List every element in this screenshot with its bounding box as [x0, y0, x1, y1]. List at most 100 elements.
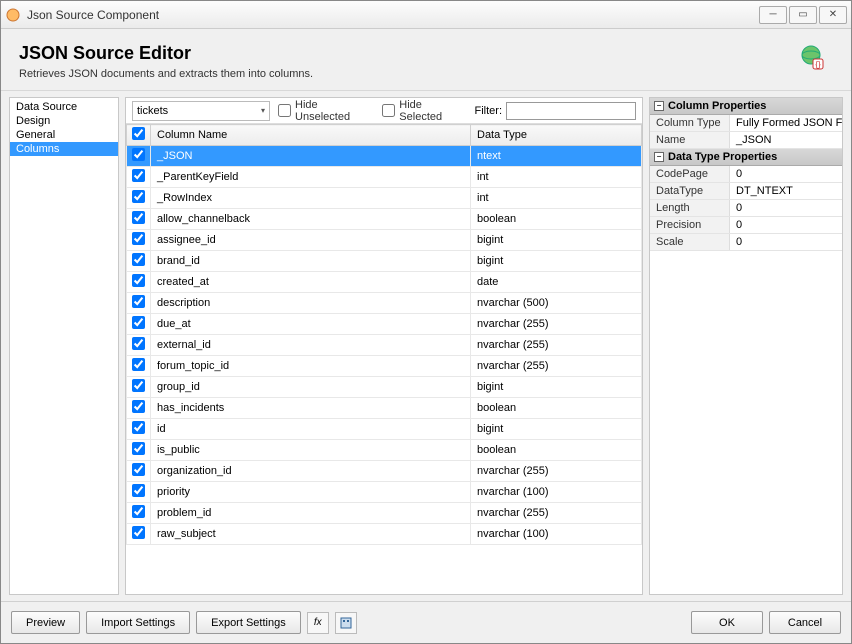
cell-data-type: boolean [471, 398, 642, 419]
cell-column-name: created_at [151, 272, 471, 293]
prop-codepage[interactable]: CodePage 0 [650, 166, 842, 183]
table-row[interactable]: forum_topic_idnvarchar (255) [127, 356, 642, 377]
table-row[interactable]: prioritynvarchar (100) [127, 482, 642, 503]
cell-column-name: _ParentKeyField [151, 167, 471, 188]
maximize-button[interactable]: ▭ [789, 6, 817, 24]
cell-data-type: int [471, 167, 642, 188]
row-checkbox[interactable] [132, 379, 145, 392]
hide-selected-input[interactable] [382, 104, 395, 117]
sidebar-item-data-source[interactable]: Data Source [10, 100, 118, 114]
table-row[interactable]: idbigint [127, 419, 642, 440]
header-data-type[interactable]: Data Type [471, 125, 642, 146]
cell-data-type: boolean [471, 209, 642, 230]
cell-column-name: organization_id [151, 461, 471, 482]
cell-column-name: _JSON [151, 146, 471, 167]
cell-data-type: nvarchar (100) [471, 482, 642, 503]
row-checkbox[interactable] [132, 358, 145, 371]
sidebar-item-columns[interactable]: Columns [10, 142, 118, 156]
row-checkbox[interactable] [132, 484, 145, 497]
table-row[interactable]: _JSONntext [127, 146, 642, 167]
close-button[interactable]: ✕ [819, 6, 847, 24]
prop-datatype[interactable]: DataType DT_NTEXT [650, 183, 842, 200]
title-bar: Json Source Component ─ ▭ ✕ [1, 1, 851, 29]
table-row[interactable]: allow_channelbackboolean [127, 209, 642, 230]
header-check[interactable] [127, 125, 151, 146]
hide-unselected-checkbox[interactable]: Hide Unselected [278, 99, 374, 123]
table-row[interactable]: _ParentKeyFieldint [127, 167, 642, 188]
table-row[interactable]: _RowIndexint [127, 188, 642, 209]
page-subtitle: Retrieves JSON documents and extracts th… [19, 68, 313, 80]
preview-button[interactable]: Preview [11, 611, 80, 634]
prop-name[interactable]: Name _JSON [650, 132, 842, 149]
table-row[interactable]: problem_idnvarchar (255) [127, 503, 642, 524]
row-checkbox[interactable] [132, 526, 145, 539]
cell-data-type: boolean [471, 440, 642, 461]
prop-column-type[interactable]: Column Type Fully Formed JSON Fie [650, 115, 842, 132]
columns-table: Column Name Data Type _JSONntext_ParentK… [126, 124, 642, 545]
table-row[interactable]: descriptionnvarchar (500) [127, 293, 642, 314]
cell-column-name: forum_topic_id [151, 356, 471, 377]
table-row[interactable]: has_incidentsboolean [127, 398, 642, 419]
footer: Preview Import Settings Export Settings … [1, 601, 851, 643]
table-row[interactable]: created_atdate [127, 272, 642, 293]
prop-scale[interactable]: Scale 0 [650, 234, 842, 251]
row-checkbox[interactable] [132, 505, 145, 518]
table-row[interactable]: group_idbigint [127, 377, 642, 398]
collapse-icon[interactable]: − [654, 152, 664, 162]
toolbar: tickets ▾ Hide Unselected Hide Selected … [126, 98, 642, 124]
row-checkbox[interactable] [132, 148, 145, 161]
row-checkbox[interactable] [132, 463, 145, 476]
row-checkbox[interactable] [132, 400, 145, 413]
hide-unselected-input[interactable] [278, 104, 291, 117]
table-row[interactable]: is_publicboolean [127, 440, 642, 461]
cell-column-name: external_id [151, 335, 471, 356]
table-row[interactable]: raw_subjectnvarchar (100) [127, 524, 642, 545]
table-row[interactable]: assignee_idbigint [127, 230, 642, 251]
table-row[interactable]: due_atnvarchar (255) [127, 314, 642, 335]
row-checkbox[interactable] [132, 295, 145, 308]
row-checkbox[interactable] [132, 253, 145, 266]
cell-column-name: has_incidents [151, 398, 471, 419]
cell-column-name: raw_subject [151, 524, 471, 545]
sidebar: Data SourceDesignGeneralColumns [9, 97, 119, 595]
cancel-button[interactable]: Cancel [769, 611, 841, 634]
properties-panel: − Column Properties Column Type Fully Fo… [649, 97, 843, 595]
center-panel: tickets ▾ Hide Unselected Hide Selected … [125, 97, 643, 595]
minimize-button[interactable]: ─ [759, 6, 787, 24]
cell-column-name: assignee_id [151, 230, 471, 251]
options-icon-button[interactable] [335, 612, 357, 634]
filter-input[interactable] [506, 102, 636, 120]
expression-icon-button[interactable]: fx [307, 612, 329, 634]
sidebar-item-design[interactable]: Design [10, 114, 118, 128]
export-settings-button[interactable]: Export Settings [196, 611, 301, 634]
row-checkbox[interactable] [132, 190, 145, 203]
table-row[interactable]: organization_idnvarchar (255) [127, 461, 642, 482]
grid-scroll[interactable]: Column Name Data Type _JSONntext_ParentK… [126, 124, 642, 594]
import-settings-button[interactable]: Import Settings [86, 611, 190, 634]
row-checkbox[interactable] [132, 169, 145, 182]
cell-column-name: allow_channelback [151, 209, 471, 230]
table-row[interactable]: brand_idbigint [127, 251, 642, 272]
hide-selected-checkbox[interactable]: Hide Selected [382, 99, 466, 123]
table-row[interactable]: external_idnvarchar (255) [127, 335, 642, 356]
prop-length[interactable]: Length 0 [650, 200, 842, 217]
row-checkbox[interactable] [132, 337, 145, 350]
sidebar-item-general[interactable]: General [10, 128, 118, 142]
table-combo[interactable]: tickets ▾ [132, 101, 270, 121]
cell-data-type: date [471, 272, 642, 293]
row-checkbox[interactable] [132, 421, 145, 434]
dialog-window: Json Source Component ─ ▭ ✕ JSON Source … [0, 0, 852, 644]
row-checkbox[interactable] [132, 211, 145, 224]
prop-precision[interactable]: Precision 0 [650, 217, 842, 234]
header-column-name[interactable]: Column Name [151, 125, 471, 146]
data-type-properties-section[interactable]: − Data Type Properties [650, 149, 842, 166]
column-properties-section[interactable]: − Column Properties [650, 98, 842, 115]
row-checkbox[interactable] [132, 232, 145, 245]
collapse-icon[interactable]: − [654, 101, 664, 111]
row-checkbox[interactable] [132, 316, 145, 329]
body: Data SourceDesignGeneralColumns tickets … [1, 91, 851, 601]
ok-button[interactable]: OK [691, 611, 763, 634]
cell-column-name: priority [151, 482, 471, 503]
row-checkbox[interactable] [132, 274, 145, 287]
row-checkbox[interactable] [132, 442, 145, 455]
